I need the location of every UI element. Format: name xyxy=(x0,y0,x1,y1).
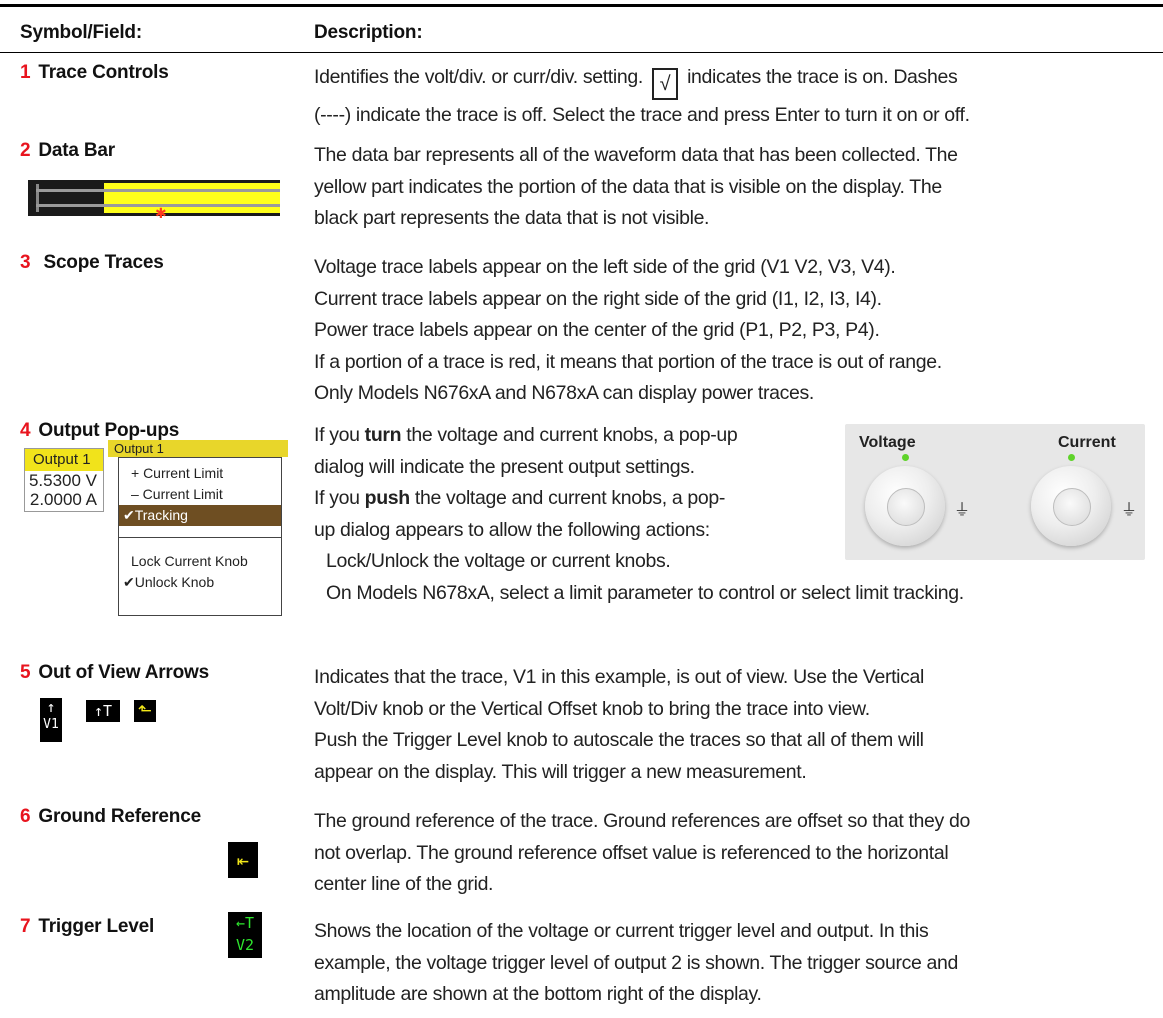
voltage-knob-label: Voltage xyxy=(859,434,916,451)
desc-bold: push xyxy=(364,487,411,509)
desc-line: amplitude are shown at the bottom right … xyxy=(314,983,762,1005)
row-number: 6 xyxy=(20,806,31,827)
row-output-popups: 4 Output Pop-ups Output 1 5.5300 V 2.0000… xyxy=(0,420,1163,640)
row-number: 5 xyxy=(20,662,31,683)
field-name: Output Pop-ups xyxy=(38,420,180,441)
desc-line: Push the Trigger Level knob to autoscale… xyxy=(314,729,924,751)
field-label: 6 Ground Reference xyxy=(20,806,201,828)
desc-line: Only Models N676xA and N678xA can displa… xyxy=(314,382,814,404)
field-label: 5 Out of View Arrows xyxy=(20,662,209,684)
field-label: 3 Scope Traces xyxy=(20,252,164,274)
desc-line: (----) indicate the trace is off. Select… xyxy=(314,104,970,126)
current-knob-label: Current xyxy=(1058,434,1116,451)
row-number: 3 xyxy=(20,252,31,273)
menu-item-unlock-knob[interactable]: ✔Unlock Knob xyxy=(119,572,281,593)
desc-line: black part represents the data that is n… xyxy=(314,207,710,229)
desc-line: center line of the grid. xyxy=(314,873,494,895)
current-led-icon xyxy=(1068,454,1075,461)
current-knob[interactable] xyxy=(1031,466,1111,546)
popup-title: Output 1 xyxy=(108,440,288,457)
desc-bold: turn xyxy=(364,424,402,446)
desc-text: the voltage and current knobs, a pop-up xyxy=(401,424,738,446)
field-name: Ground Reference xyxy=(38,806,201,827)
field-name: Scope Traces xyxy=(43,252,164,273)
knob-push-icon: ⏚ xyxy=(954,502,971,519)
popup-current: 2.0000 A xyxy=(29,490,97,509)
field-label: 7 Trigger Level xyxy=(20,916,154,938)
description: The data bar represents all of the wavef… xyxy=(314,140,958,235)
menu-divider xyxy=(119,537,281,538)
description: The ground reference of the trace. Groun… xyxy=(314,806,970,901)
field-label: 2 Data Bar xyxy=(20,140,115,162)
out-of-view-ground-arrow-icon: ⬑ xyxy=(134,700,156,722)
desc-text: If you xyxy=(314,424,365,446)
field-name: Data Bar xyxy=(38,140,115,161)
column-header-description: Description: xyxy=(314,22,423,43)
data-bar-image: ✱ xyxy=(28,180,280,221)
description: Shows the location of the voltage or cur… xyxy=(314,916,958,1011)
out-of-view-arrow-icon: ↑T xyxy=(86,700,120,722)
data-bar-line xyxy=(36,189,280,192)
trigger-level-icon: ←T V2 xyxy=(228,912,262,958)
field-label: 4 Output Pop-ups xyxy=(20,420,179,442)
popup-title: Output 1 xyxy=(25,449,103,471)
desc-line: Voltage trace labels appear on the left … xyxy=(314,256,896,278)
desc-line: The data bar represents all of the wavef… xyxy=(314,144,958,166)
knob-panel-image: Voltage Current ⏚ ⏚ xyxy=(845,424,1145,560)
out-of-view-arrow-v1-icon: ↑ V1 xyxy=(40,698,62,742)
output-popup-settings: Output 1 5.5300 V 2.0000 A xyxy=(24,448,104,512)
desc-line: indicates the trace is on. Dashes xyxy=(687,66,958,88)
desc-line: Current trace labels appear on the right… xyxy=(314,287,882,310)
row-number: 2 xyxy=(20,140,31,161)
voltage-led-icon xyxy=(902,454,909,461)
row-number: 4 xyxy=(20,420,31,441)
popup-voltage: 5.5300 V xyxy=(28,471,97,490)
description: Voltage trace labels appear on the left … xyxy=(314,252,942,410)
data-bar-marker-icon: ✱ xyxy=(155,205,167,221)
desc-text: If you xyxy=(314,487,365,509)
header-rule xyxy=(0,52,1163,53)
desc-line: Identifies the volt/div. or curr/div. se… xyxy=(314,66,643,88)
desc-line: Indicates that the trace, V1 in this exa… xyxy=(314,666,925,688)
ground-reference-icon: ⇤ xyxy=(228,842,258,878)
field-label: 1 Trace Controls xyxy=(20,62,169,84)
top-rule xyxy=(0,4,1163,7)
desc-line: The ground reference of the trace. Groun… xyxy=(314,810,970,832)
data-bar-visible-portion xyxy=(104,183,280,213)
desc-line: appear on the display. This will trigger… xyxy=(314,760,807,783)
description: Indicates that the trace, V1 in this exa… xyxy=(314,662,924,788)
field-name: Out of View Arrows xyxy=(38,662,209,683)
voltage-knob[interactable] xyxy=(865,466,945,546)
checkmark-box-icon: √ xyxy=(652,68,678,100)
row-number: 1 xyxy=(20,62,31,83)
desc-line: example, the voltage trigger level of ou… xyxy=(314,951,959,974)
desc-line: Volt/Div knob or the Vertical Offset kno… xyxy=(314,697,870,720)
desc-line: yellow part indicates the portion of the… xyxy=(314,175,942,198)
desc-line: not overlap. The ground reference offset… xyxy=(314,841,949,864)
row-number: 7 xyxy=(20,916,31,937)
desc-text: the voltage and current knobs, a pop- xyxy=(409,487,726,509)
desc-line: Shows the location of the voltage or cur… xyxy=(314,920,929,942)
menu-item-tracking[interactable]: ✔Tracking xyxy=(119,505,281,526)
popup-menu-box: + Current Limit – Current Limit ✔Trackin… xyxy=(118,457,282,616)
desc-line: If a portion of a trace is red, it means… xyxy=(314,350,942,373)
menu-item-lock-current-knob[interactable]: Lock Current Knob xyxy=(119,551,281,572)
desc-line: On Models N678xA, select a limit paramet… xyxy=(326,581,964,604)
field-name: Trigger Level xyxy=(38,916,155,937)
output-popup-menu: Output 1 + Current Limit – Current Limit… xyxy=(108,440,288,616)
menu-item-minus-current-limit[interactable]: – Current Limit xyxy=(119,484,281,505)
description: Identifies the volt/div. or curr/div. se… xyxy=(314,62,970,132)
field-name: Trace Controls xyxy=(38,62,169,83)
menu-item-plus-current-limit[interactable]: + Current Limit xyxy=(119,463,281,484)
column-header-symbol: Symbol/Field: xyxy=(20,22,142,43)
desc-line: Power trace labels appear on the center … xyxy=(314,319,880,341)
knob-push-icon: ⏚ xyxy=(1121,502,1138,519)
